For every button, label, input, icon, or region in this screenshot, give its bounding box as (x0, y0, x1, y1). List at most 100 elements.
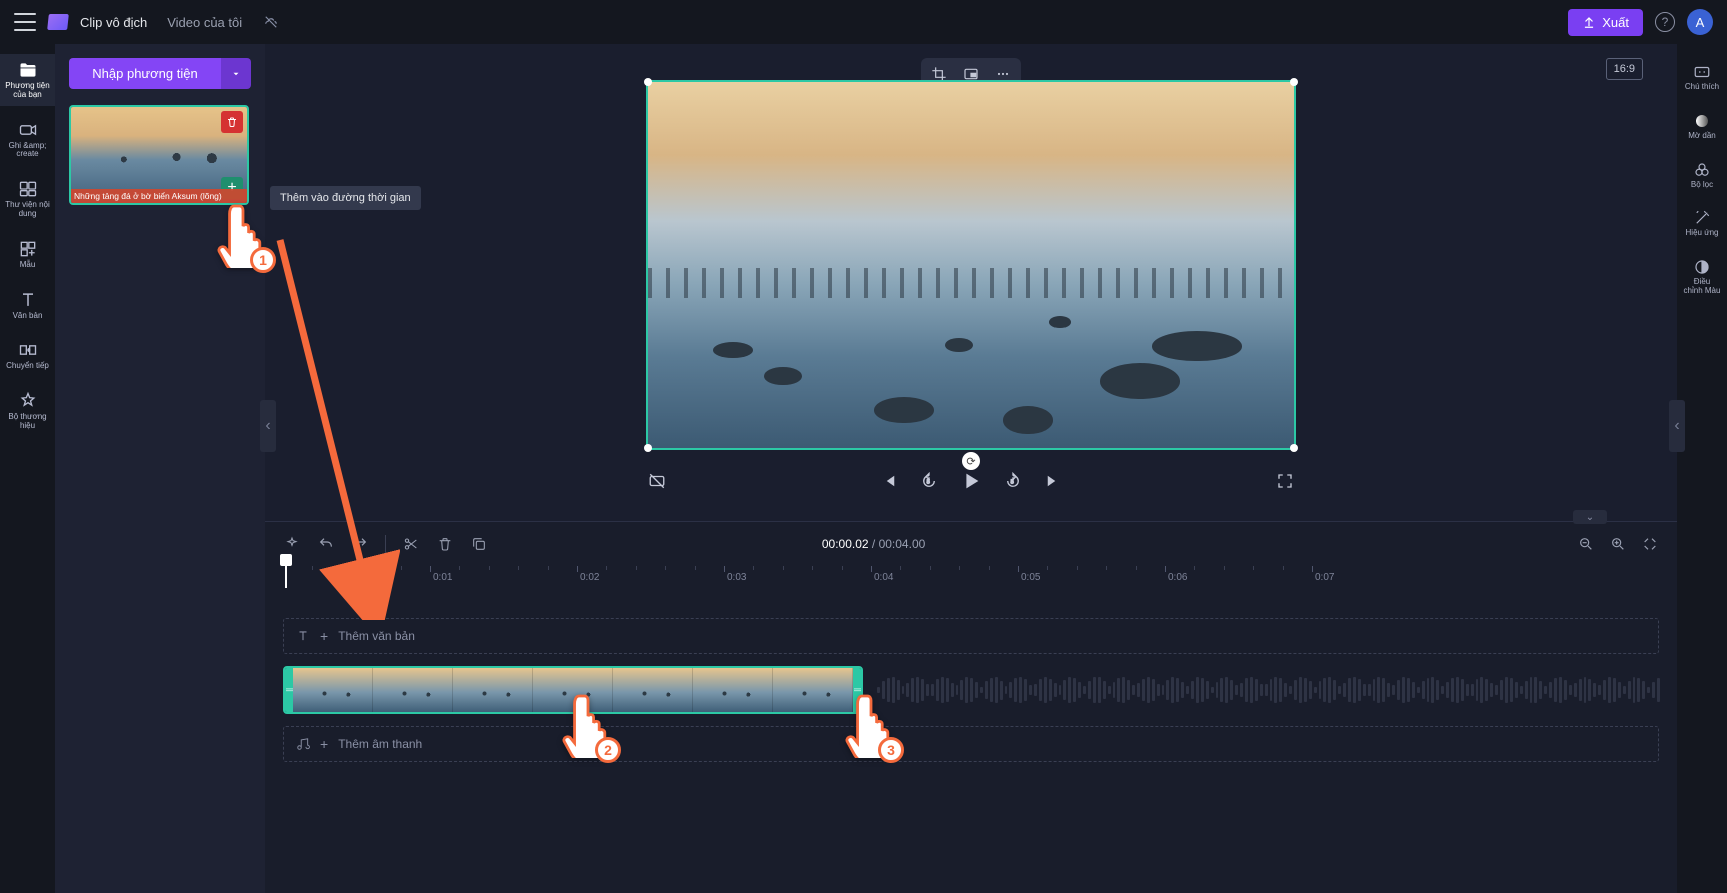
fade-icon (1693, 112, 1711, 130)
app-logo-icon (47, 14, 69, 30)
selection-handle[interactable] (1290, 78, 1298, 86)
rnav-filters[interactable]: Bộ lọc (1677, 156, 1727, 195)
media-panel: Nhập phương tiện + Những tảng đá ở bờ bi… (55, 44, 265, 893)
redo-icon (352, 536, 368, 552)
zoom-out-button[interactable] (1577, 535, 1595, 553)
menu-button[interactable] (14, 13, 36, 31)
nav-label: Bộ thương hiệu (0, 413, 55, 431)
filters-icon (1693, 161, 1711, 179)
text-track[interactable]: + Thêm văn bản (283, 618, 1659, 654)
nav-text[interactable]: Văn bản (0, 284, 55, 327)
nav-your-media[interactable]: Phương tiện của bạn (0, 54, 55, 106)
import-media-button[interactable]: Nhập phương tiện (69, 58, 221, 89)
video-clip[interactable]: || || (283, 666, 863, 714)
svg-text:5: 5 (927, 479, 930, 485)
rnav-label: Hiệu ứng (1686, 229, 1719, 238)
text-icon (296, 629, 310, 643)
forward-icon: 5 (1004, 472, 1022, 490)
expand-right-panel-button[interactable]: ‹ (1669, 400, 1685, 452)
duplicate-icon (471, 536, 487, 552)
clip-right-handle[interactable]: || (853, 668, 861, 712)
redo-button[interactable] (351, 535, 369, 553)
audio-track[interactable]: + Thêm âm thanh (283, 726, 1659, 762)
selection-handle[interactable] (1290, 444, 1298, 452)
stage: 16:9 ⟳ 5 5 (265, 44, 1677, 893)
delete-media-button[interactable] (221, 111, 243, 133)
skip-end-icon (1044, 472, 1062, 490)
rnav-label: Điều chỉnh Màu (1684, 278, 1721, 296)
preview-canvas[interactable]: ⟳ (646, 80, 1296, 450)
plus-icon: + (320, 628, 328, 644)
skip-end-button[interactable] (1042, 470, 1064, 492)
selection-handle[interactable] (644, 78, 652, 86)
cloud-off-icon (262, 15, 280, 29)
auto-button[interactable] (283, 535, 301, 553)
nav-content-library[interactable]: Thư viện nội dung (0, 173, 55, 225)
add-text-label: Thêm văn bản (338, 629, 415, 643)
rnav-adjust-color[interactable]: Điều chỉnh Màu (1677, 253, 1727, 301)
split-button[interactable] (402, 535, 420, 553)
nav-label: Văn bản (13, 312, 43, 321)
timeline-tracks: + Thêm văn bản || || + Th (283, 588, 1659, 893)
hide-preview-button[interactable] (646, 470, 668, 492)
timecode: 00:00.02 / 00:04.00 (822, 537, 925, 551)
project-title[interactable]: Clip vô địch (80, 15, 147, 30)
rnav-effects[interactable]: Hiệu ứng (1677, 204, 1727, 243)
svg-text:5: 5 (1011, 479, 1014, 485)
help-button[interactable]: ? (1655, 12, 1675, 32)
my-video-tab[interactable]: Video của tôi (159, 11, 250, 34)
timeline-ruler[interactable]: 0:010:020:030:040:050:060:07 (283, 566, 1659, 588)
media-thumbnail[interactable]: + Những tảng đá ở bờ biển Aksum (lõng) (69, 105, 249, 205)
sparkle-icon (284, 536, 300, 552)
avatar[interactable]: A (1687, 9, 1713, 35)
nav-templates[interactable]: Mẫu (0, 233, 55, 276)
back-5-button[interactable]: 5 (918, 470, 940, 492)
nav-record-create[interactable]: Ghi &amp; create (0, 114, 55, 166)
clip-left-handle[interactable]: || (285, 668, 293, 712)
top-bar: Clip vô địch Video của tôi Xuất ? A (0, 0, 1727, 44)
preview-area: 16:9 ⟳ 5 5 (265, 44, 1677, 521)
duplicate-button[interactable] (470, 535, 488, 553)
forward-5-button[interactable]: 5 (1002, 470, 1024, 492)
camera-icon (18, 120, 38, 140)
aspect-ratio-button[interactable]: 16:9 (1606, 58, 1643, 80)
zoom-out-icon (1578, 536, 1594, 552)
fit-button[interactable] (1641, 535, 1659, 553)
rnav-label: Mờ dần (1688, 132, 1715, 141)
timeline: ⌄ 00:00.02 / 00:04.00 (265, 521, 1677, 893)
nav-brand-kit[interactable]: Bộ thương hiệu (0, 385, 55, 437)
nav-transitions[interactable]: Chuyển tiếp (0, 334, 55, 377)
collapse-panel-button[interactable]: ‹ (260, 400, 276, 452)
play-button[interactable] (958, 468, 984, 494)
rnav-label: Bộ lọc (1691, 181, 1713, 190)
left-nav: Phương tiện của bạn Ghi &amp; create Thư… (0, 44, 55, 893)
video-track: || || (283, 666, 1659, 714)
add-audio-label: Thêm âm thanh (338, 737, 422, 751)
export-button[interactable]: Xuất (1568, 9, 1643, 36)
text-icon (18, 290, 38, 310)
undo-button[interactable] (317, 535, 335, 553)
eye-off-icon (648, 472, 666, 490)
trash-icon (437, 536, 453, 552)
nav-label: Thư viện nội dung (5, 201, 50, 219)
preview-content (648, 236, 1294, 448)
import-dropdown-button[interactable] (221, 58, 251, 89)
delete-clip-button[interactable] (436, 535, 454, 553)
undo-icon (318, 536, 334, 552)
right-nav: Chú thích Mờ dần Bộ lọc Hiệu ứng Điều ch… (1677, 44, 1727, 893)
color-icon (1693, 258, 1711, 276)
zoom-in-button[interactable] (1609, 535, 1627, 553)
rnav-captions[interactable]: Chú thích (1677, 58, 1727, 97)
collapse-timeline-button[interactable]: ⌄ (1573, 510, 1607, 524)
skip-start-button[interactable] (878, 470, 900, 492)
selection-handle[interactable] (644, 444, 652, 452)
playhead[interactable] (285, 566, 287, 588)
plus-icon: + (320, 736, 328, 752)
nav-label: Chuyển tiếp (6, 362, 49, 371)
fullscreen-button[interactable] (1274, 470, 1296, 492)
folder-icon (18, 60, 38, 80)
rnav-fade[interactable]: Mờ dần (1677, 107, 1727, 146)
clip-thumbnails (293, 668, 853, 712)
current-time: 00:00.02 (822, 537, 869, 551)
transitions-icon (18, 340, 38, 360)
